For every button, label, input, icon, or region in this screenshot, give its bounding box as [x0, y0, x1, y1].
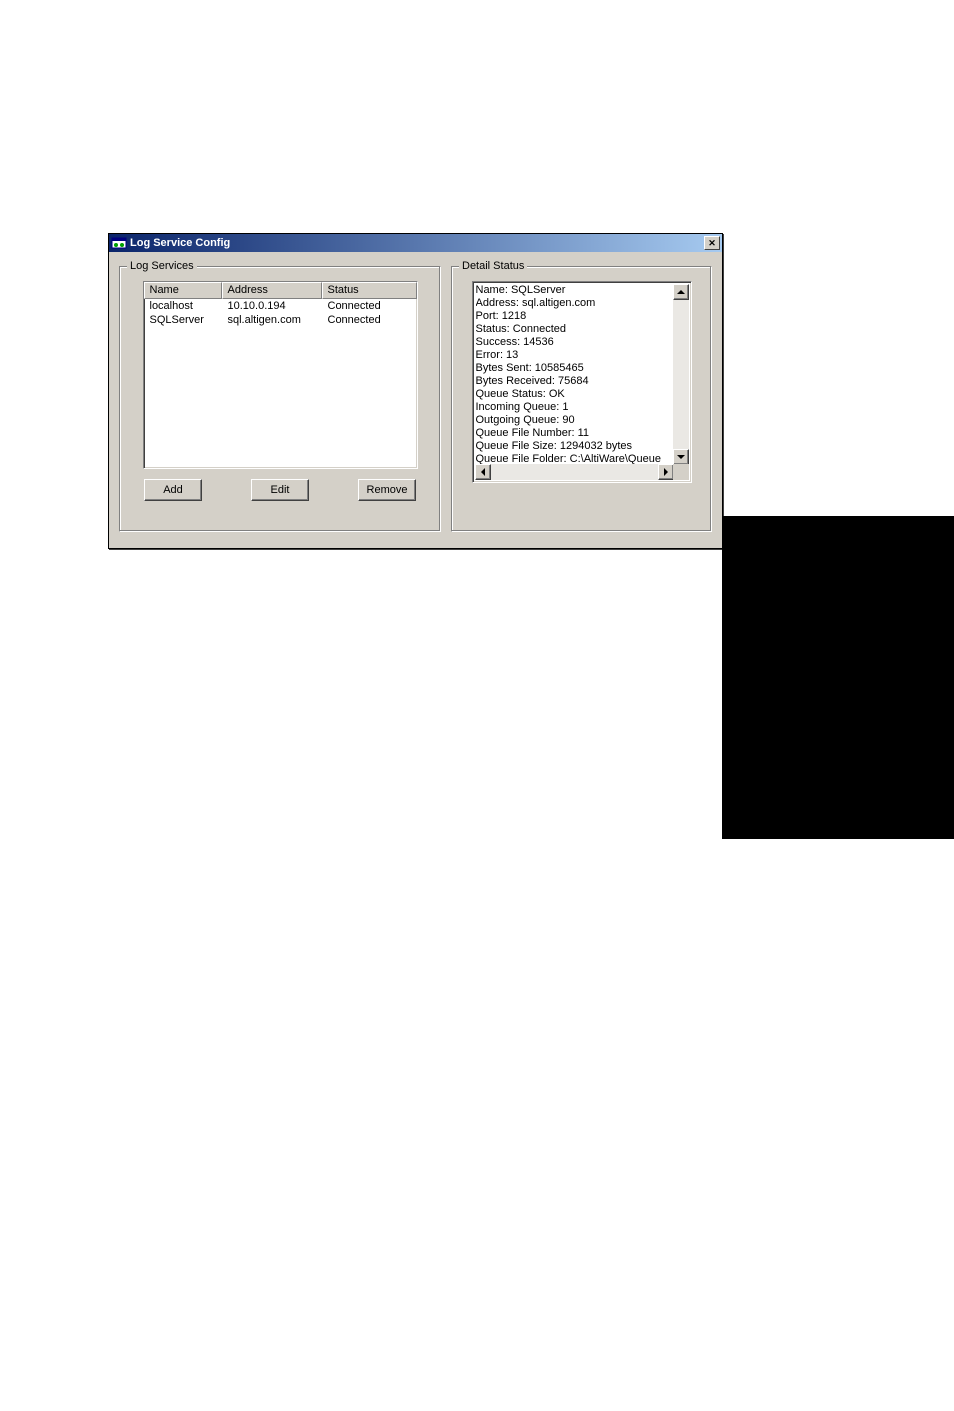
listview-body: localhost 10.10.0.194 Connected SQLServe…: [144, 299, 417, 328]
arrow-right-icon: [664, 468, 668, 476]
cell-status: Connected: [322, 300, 417, 314]
arrow-up-icon: [677, 290, 685, 294]
detail-line: Outgoing Queue: 90: [476, 414, 674, 427]
scroll-right-button[interactable]: [658, 464, 674, 480]
close-icon: ✕: [708, 238, 716, 249]
detail-line: Error: 13: [476, 349, 674, 362]
arrow-down-icon: [677, 455, 685, 459]
titlebar[interactable]: Log Service Config ✕: [109, 234, 722, 252]
listview-header: Name Address Status: [144, 282, 417, 299]
detail-line: Name: SQLServer: [476, 284, 674, 297]
detail-line: Success: 14536: [476, 336, 674, 349]
log-services-groupbox: Log Services Name Address Status localho…: [119, 266, 441, 532]
obscured-region: [722, 516, 954, 839]
detail-content: Name: SQLServer Address: sql.altigen.com…: [476, 284, 674, 465]
log-services-label: Log Services: [127, 260, 197, 272]
detail-line: Queue Status: OK: [476, 388, 674, 401]
app-icon: [111, 235, 127, 251]
cell-status: Connected: [322, 314, 417, 328]
close-button[interactable]: ✕: [704, 236, 720, 250]
remove-button[interactable]: Remove: [358, 479, 416, 501]
cell-name: localhost: [144, 300, 222, 314]
scroll-track[interactable]: [673, 300, 689, 449]
add-button[interactable]: Add: [144, 479, 202, 501]
scroll-track[interactable]: [491, 464, 658, 480]
scroll-left-button[interactable]: [475, 464, 491, 480]
log-service-config-dialog: Log Service Config ✕ Log Services Name A…: [108, 233, 723, 549]
detail-line: Port: 1218: [476, 310, 674, 323]
horizontal-scrollbar[interactable]: [475, 464, 674, 480]
detail-line: Bytes Received: 75684: [476, 375, 674, 388]
cell-address: sql.altigen.com: [222, 314, 322, 328]
edit-button[interactable]: Edit: [251, 479, 309, 501]
scroll-corner: [673, 464, 689, 480]
scroll-down-button[interactable]: [673, 449, 689, 465]
detail-status-groupbox: Detail Status Name: SQLServer Address: s…: [451, 266, 712, 532]
detail-line: Queue File Number: 11: [476, 427, 674, 440]
detail-status-textarea[interactable]: Name: SQLServer Address: sql.altigen.com…: [472, 281, 692, 483]
detail-line: Status: Connected: [476, 323, 674, 336]
cell-address: 10.10.0.194: [222, 300, 322, 314]
window-title: Log Service Config: [130, 237, 704, 249]
vertical-scrollbar[interactable]: [673, 284, 689, 465]
detail-line: Queue File Size: 1294032 bytes: [476, 440, 674, 453]
detail-line: Incoming Queue: 1: [476, 401, 674, 414]
column-header-address[interactable]: Address: [222, 282, 322, 299]
table-row[interactable]: localhost 10.10.0.194 Connected: [144, 300, 417, 314]
detail-line: Bytes Sent: 10585465: [476, 362, 674, 375]
arrow-left-icon: [481, 468, 485, 476]
detail-status-label: Detail Status: [459, 260, 527, 272]
cell-name: SQLServer: [144, 314, 222, 328]
dialog-body: Log Services Name Address Status localho…: [109, 252, 722, 548]
button-row: Add Edit Remove: [130, 479, 430, 501]
detail-line: Address: sql.altigen.com: [476, 297, 674, 310]
scroll-up-button[interactable]: [673, 284, 689, 300]
column-header-status[interactable]: Status: [322, 282, 417, 299]
log-services-listview[interactable]: Name Address Status localhost 10.10.0.19…: [143, 281, 418, 469]
table-row[interactable]: SQLServer sql.altigen.com Connected: [144, 314, 417, 328]
column-header-name[interactable]: Name: [144, 282, 222, 299]
